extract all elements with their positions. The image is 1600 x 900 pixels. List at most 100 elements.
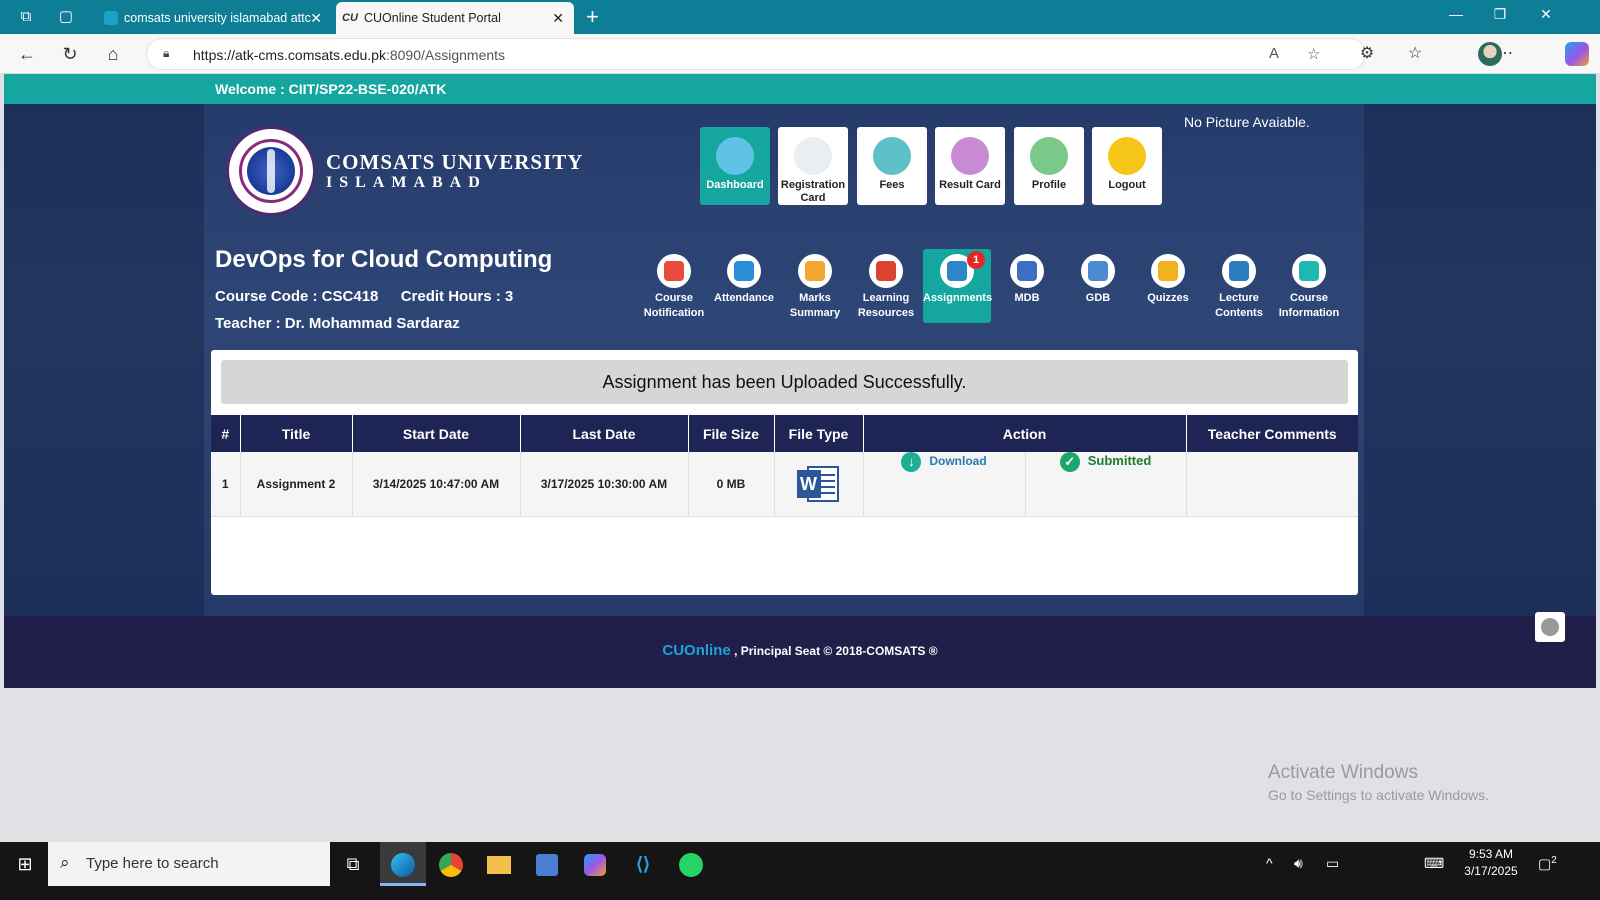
- browser-tab-bar: ⧉ ▢ comsats university islamabad attc ✕ …: [0, 0, 1600, 34]
- tab-title: CUOnline Student Portal: [364, 11, 501, 25]
- notifications-icon[interactable]: ▢2: [1538, 855, 1557, 873]
- col-action: Action: [863, 415, 1187, 452]
- nav-logout[interactable]: Logout: [1092, 127, 1162, 205]
- footer-text: , Principal Seat © 2018-COMSATS ®: [730, 644, 938, 658]
- welcome-bar: Welcome : CIIT/SP22-BSE-020/ATK: [4, 74, 1596, 104]
- taskbar-search[interactable]: ⌕ Type here to search: [48, 842, 330, 886]
- footer-brand[interactable]: CUOnline: [662, 642, 730, 659]
- nav-quizzes[interactable]: Quizzes: [1134, 249, 1202, 323]
- result-card-icon: [951, 137, 989, 175]
- university-city: ISLAMABAD: [326, 174, 487, 191]
- assignments-badge: 1: [967, 251, 985, 269]
- nav-learning-resources[interactable]: Learning Resources: [852, 249, 920, 323]
- address-bar-row: ← ↻ ⌂ 🔒︎ https://atk-cms.comsats.edu.pk:…: [0, 34, 1600, 74]
- registration-icon: [794, 137, 832, 175]
- keyboard-icon[interactable]: ⌨: [1424, 855, 1444, 872]
- nav-profile[interactable]: Profile: [1014, 127, 1084, 205]
- cell-file-size: 0 MB: [688, 452, 775, 517]
- side-widget-icon[interactable]: [1535, 612, 1565, 642]
- home-icon: [716, 137, 754, 175]
- home-icon[interactable]: ⌂: [102, 43, 124, 65]
- mdb-icon: [1010, 254, 1044, 288]
- profile-avatar[interactable]: [1478, 42, 1502, 66]
- gdb-icon: [1081, 254, 1115, 288]
- cell-start-date: 3/14/2025 10:47:00 AM: [352, 452, 521, 517]
- new-tab-button[interactable]: +: [586, 4, 599, 30]
- read-aloud-icon[interactable]: A: [1269, 45, 1279, 62]
- url-field[interactable]: 🔒︎ https://atk-cms.comsats.edu.pk:8090/A…: [146, 38, 1366, 70]
- refresh-icon[interactable]: ↻: [59, 43, 81, 65]
- download-link[interactable]: ↓ Download: [864, 452, 1025, 516]
- file-explorer-icon[interactable]: [476, 842, 522, 886]
- start-icon[interactable]: ⊞: [2, 842, 48, 886]
- col-file-size: File Size: [688, 415, 775, 452]
- nav-registration-card[interactable]: Registration Card: [778, 127, 848, 205]
- cell-file-type: W: [774, 452, 864, 517]
- profile-picture-placeholder: No Picture Avaiable.: [1184, 114, 1310, 130]
- download-icon: ↓: [901, 452, 922, 472]
- lecture-icon: [1222, 254, 1256, 288]
- system-clock[interactable]: 9:53 AM 3/17/2025: [1452, 846, 1530, 880]
- cell-action: ↓ Download ✓ Submitted: [863, 452, 1187, 517]
- whatsapp-icon[interactable]: [668, 842, 714, 886]
- close-window-icon[interactable]: ✕: [1536, 6, 1556, 23]
- nav-result-card[interactable]: Result Card: [935, 127, 1005, 205]
- university-logo: [226, 126, 316, 216]
- minimize-icon[interactable]: —: [1446, 6, 1466, 22]
- resources-icon: [869, 254, 903, 288]
- restore-icon[interactable]: ❐: [1490, 6, 1510, 23]
- col-num: #: [211, 415, 241, 452]
- fees-icon: [873, 137, 911, 175]
- show-hidden-icons[interactable]: ^: [1266, 855, 1273, 871]
- course-meta: Course Code : CSC418 Credit Hours : 3: [215, 288, 513, 305]
- table-header-row: # Title Start Date Last Date File Size F…: [211, 415, 1358, 452]
- back-icon[interactable]: ←: [16, 43, 38, 65]
- nav-attendance[interactable]: Attendance: [710, 249, 778, 323]
- workspaces-icon[interactable]: ⧉: [17, 8, 35, 26]
- table-row: 1 Assignment 2 3/14/2025 10:47:00 AM 3/1…: [211, 452, 1358, 517]
- windows-taskbar: ⊞ ⌕ Type here to search ⧉ ⟨⟩ ^ 🔊︎ ▭ ⌨ 9:…: [0, 842, 1600, 900]
- task-view-icon[interactable]: ⧉: [330, 842, 376, 886]
- volume-icon[interactable]: 🔊︎: [1294, 855, 1303, 872]
- nav-marks-summary[interactable]: Marks Summary: [781, 249, 849, 323]
- favorites-icon[interactable]: ☆: [1404, 43, 1426, 63]
- quizzes-icon: [1151, 254, 1185, 288]
- word-document-icon: W: [796, 464, 841, 504]
- battery-icon[interactable]: ▭: [1326, 855, 1339, 872]
- col-teacher-comments: Teacher Comments: [1186, 415, 1358, 452]
- chrome-taskbar-icon[interactable]: [428, 842, 474, 886]
- check-icon: ✓: [1059, 452, 1080, 472]
- lock-icon[interactable]: 🔒︎: [163, 46, 177, 62]
- nav-mdb[interactable]: MDB: [993, 249, 1061, 323]
- nav-course-notification[interactable]: Course Notification: [640, 249, 708, 323]
- edge-taskbar-icon[interactable]: [380, 842, 426, 886]
- vscode-icon[interactable]: ⟨⟩: [620, 842, 666, 886]
- search-icon: ⌕: [60, 853, 70, 872]
- attendance-icon: [727, 254, 761, 288]
- close-tab-icon[interactable]: ✕: [310, 2, 322, 34]
- nav-course-information[interactable]: Course Information: [1275, 249, 1343, 323]
- assignments-table: # Title Start Date Last Date File Size F…: [211, 415, 1358, 517]
- favorite-star-icon[interactable]: ☆: [1307, 45, 1320, 63]
- nav-dashboard[interactable]: Dashboard: [700, 127, 770, 205]
- extensions-icon[interactable]: ⚙: [1356, 43, 1378, 63]
- nav-gdb[interactable]: GDB: [1064, 249, 1132, 323]
- tab-search[interactable]: comsats university islamabad attc ✕: [96, 2, 332, 34]
- credit-hours: Credit Hours : 3: [400, 288, 514, 305]
- copilot-icon[interactable]: [1565, 42, 1589, 66]
- close-tab-icon[interactable]: ✕: [552, 2, 564, 34]
- col-title: Title: [240, 415, 353, 452]
- store-icon[interactable]: [524, 842, 570, 886]
- nav-fees[interactable]: Fees: [857, 127, 927, 205]
- col-start-date: Start Date: [352, 415, 521, 452]
- tab-cuonline[interactable]: CU CUOnline Student Portal ✕: [336, 2, 574, 34]
- success-alert: Assignment has been Uploaded Successfull…: [221, 360, 1348, 404]
- nav-assignments[interactable]: 1 Assignments: [923, 249, 992, 323]
- nav-lecture-contents[interactable]: Lecture Contents: [1205, 249, 1273, 323]
- activate-windows-watermark: Activate Windows Go to Settings to activ…: [1268, 762, 1489, 803]
- profile-icon: [1030, 137, 1068, 175]
- course-title: DevOps for Cloud Computing: [215, 246, 553, 273]
- copilot-taskbar-icon[interactable]: [572, 842, 618, 886]
- cell-last-date: 3/17/2025 10:30:00 AM: [520, 452, 689, 517]
- tab-actions-icon[interactable]: ▢: [57, 8, 75, 26]
